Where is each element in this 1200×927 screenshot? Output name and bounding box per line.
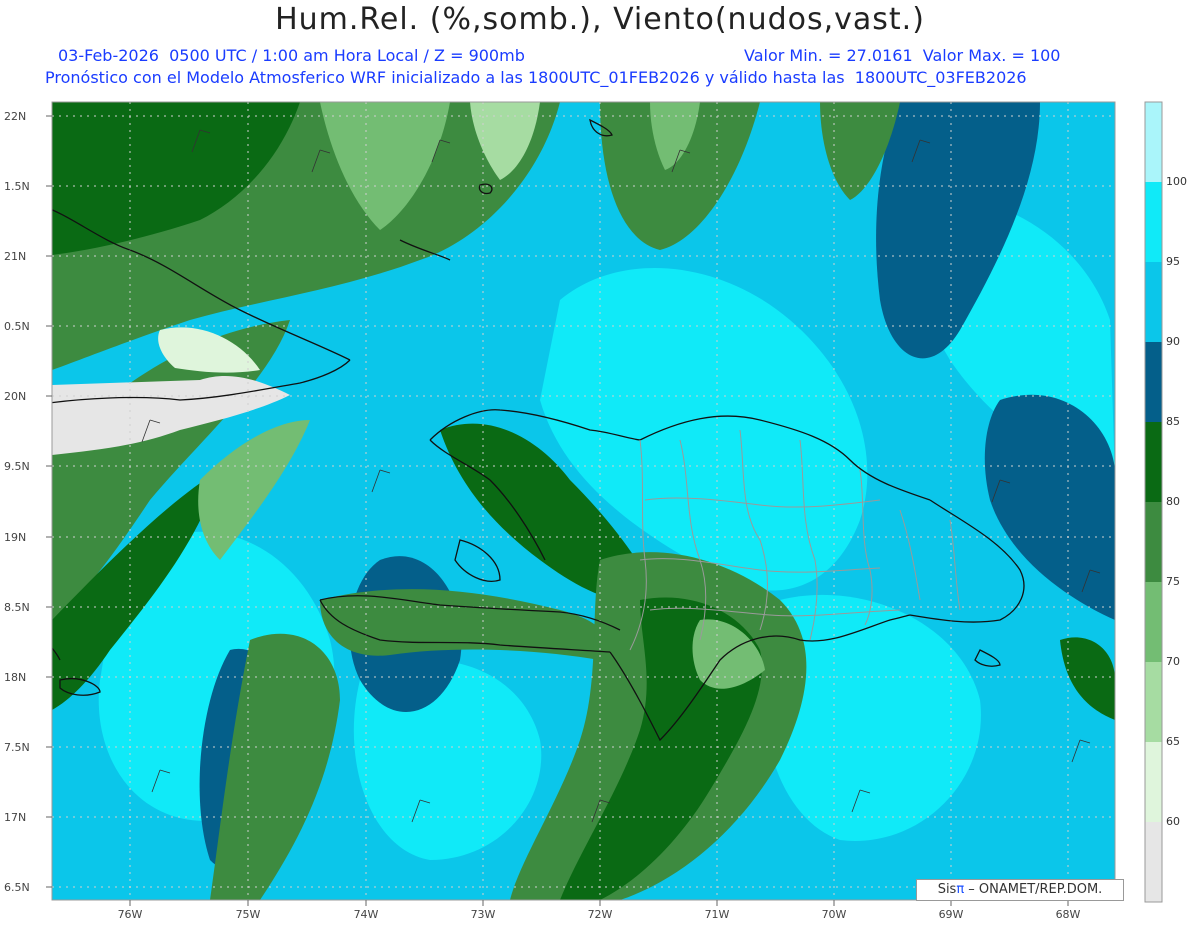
- lon-label: 76W: [118, 908, 143, 921]
- colorbar-label: 75: [1166, 575, 1180, 588]
- colorbar-swatch: [1145, 262, 1162, 342]
- lat-label: 1.5N: [4, 180, 30, 193]
- lat-label: 21N: [4, 250, 26, 263]
- lon-label: 70W: [822, 908, 847, 921]
- colorbar-swatch: [1145, 582, 1162, 662]
- colorbar-label: 100: [1166, 175, 1187, 188]
- colorbar-swatch: [1145, 102, 1162, 182]
- lon-label: 71W: [705, 908, 730, 921]
- credit-box: Sisπ – ONAMET/REP.DOM.: [916, 879, 1124, 901]
- colorbar-swatch: [1145, 742, 1162, 822]
- colorbar-labels: 100 95 90 85 80 75 70 65 60: [1166, 175, 1187, 828]
- colorbar-label: 85: [1166, 415, 1180, 428]
- colorbar-label: 60: [1166, 815, 1180, 828]
- colorbar-label: 95: [1166, 255, 1180, 268]
- colorbar-label: 70: [1166, 655, 1180, 668]
- latitude-axis: 22N 1.5N 21N 0.5N 20N 9.5N 19N 8.5N 18N …: [4, 110, 52, 894]
- lat-label: 0.5N: [4, 320, 30, 333]
- colorbar-swatch: [1145, 822, 1162, 902]
- colorbar-swatch: [1145, 662, 1162, 742]
- lat-label: 9.5N: [4, 460, 30, 473]
- colorbar-swatch: [1145, 342, 1162, 422]
- lon-label: 68W: [1056, 908, 1081, 921]
- lat-label: 17N: [4, 811, 26, 824]
- lon-label: 74W: [354, 908, 379, 921]
- lat-label: 20N: [4, 390, 26, 403]
- colorbar-label: 90: [1166, 335, 1180, 348]
- lon-label: 75W: [236, 908, 261, 921]
- credit-org: – ONAMET/REP.DOM.: [964, 882, 1103, 897]
- lat-label: 18N: [4, 671, 26, 684]
- lat-label: 22N: [4, 110, 26, 123]
- lat-label: 6.5N: [4, 881, 30, 894]
- colorbar: [1144, 101, 1163, 903]
- colorbar-label: 80: [1166, 495, 1180, 508]
- humidity-field: [52, 102, 1115, 900]
- map-figure: 22N 1.5N 21N 0.5N 20N 9.5N 19N 8.5N 18N …: [4, 101, 1187, 921]
- lon-label: 73W: [471, 908, 496, 921]
- lat-label: 8.5N: [4, 601, 30, 614]
- lat-label: 7.5N: [4, 741, 30, 754]
- colorbar-swatch: [1145, 502, 1162, 582]
- lat-label: 19N: [4, 531, 26, 544]
- colorbar-label: 65: [1166, 735, 1180, 748]
- credit-pi: π: [956, 882, 965, 897]
- lon-label: 72W: [588, 908, 613, 921]
- lon-label: 69W: [939, 908, 964, 921]
- credit-brand: Sis: [937, 882, 957, 897]
- colorbar-swatch: [1145, 422, 1162, 502]
- colorbar-swatch: [1145, 182, 1162, 262]
- longitude-axis: 76W 75W 74W 73W 72W 71W 70W 69W 68W: [118, 900, 1081, 921]
